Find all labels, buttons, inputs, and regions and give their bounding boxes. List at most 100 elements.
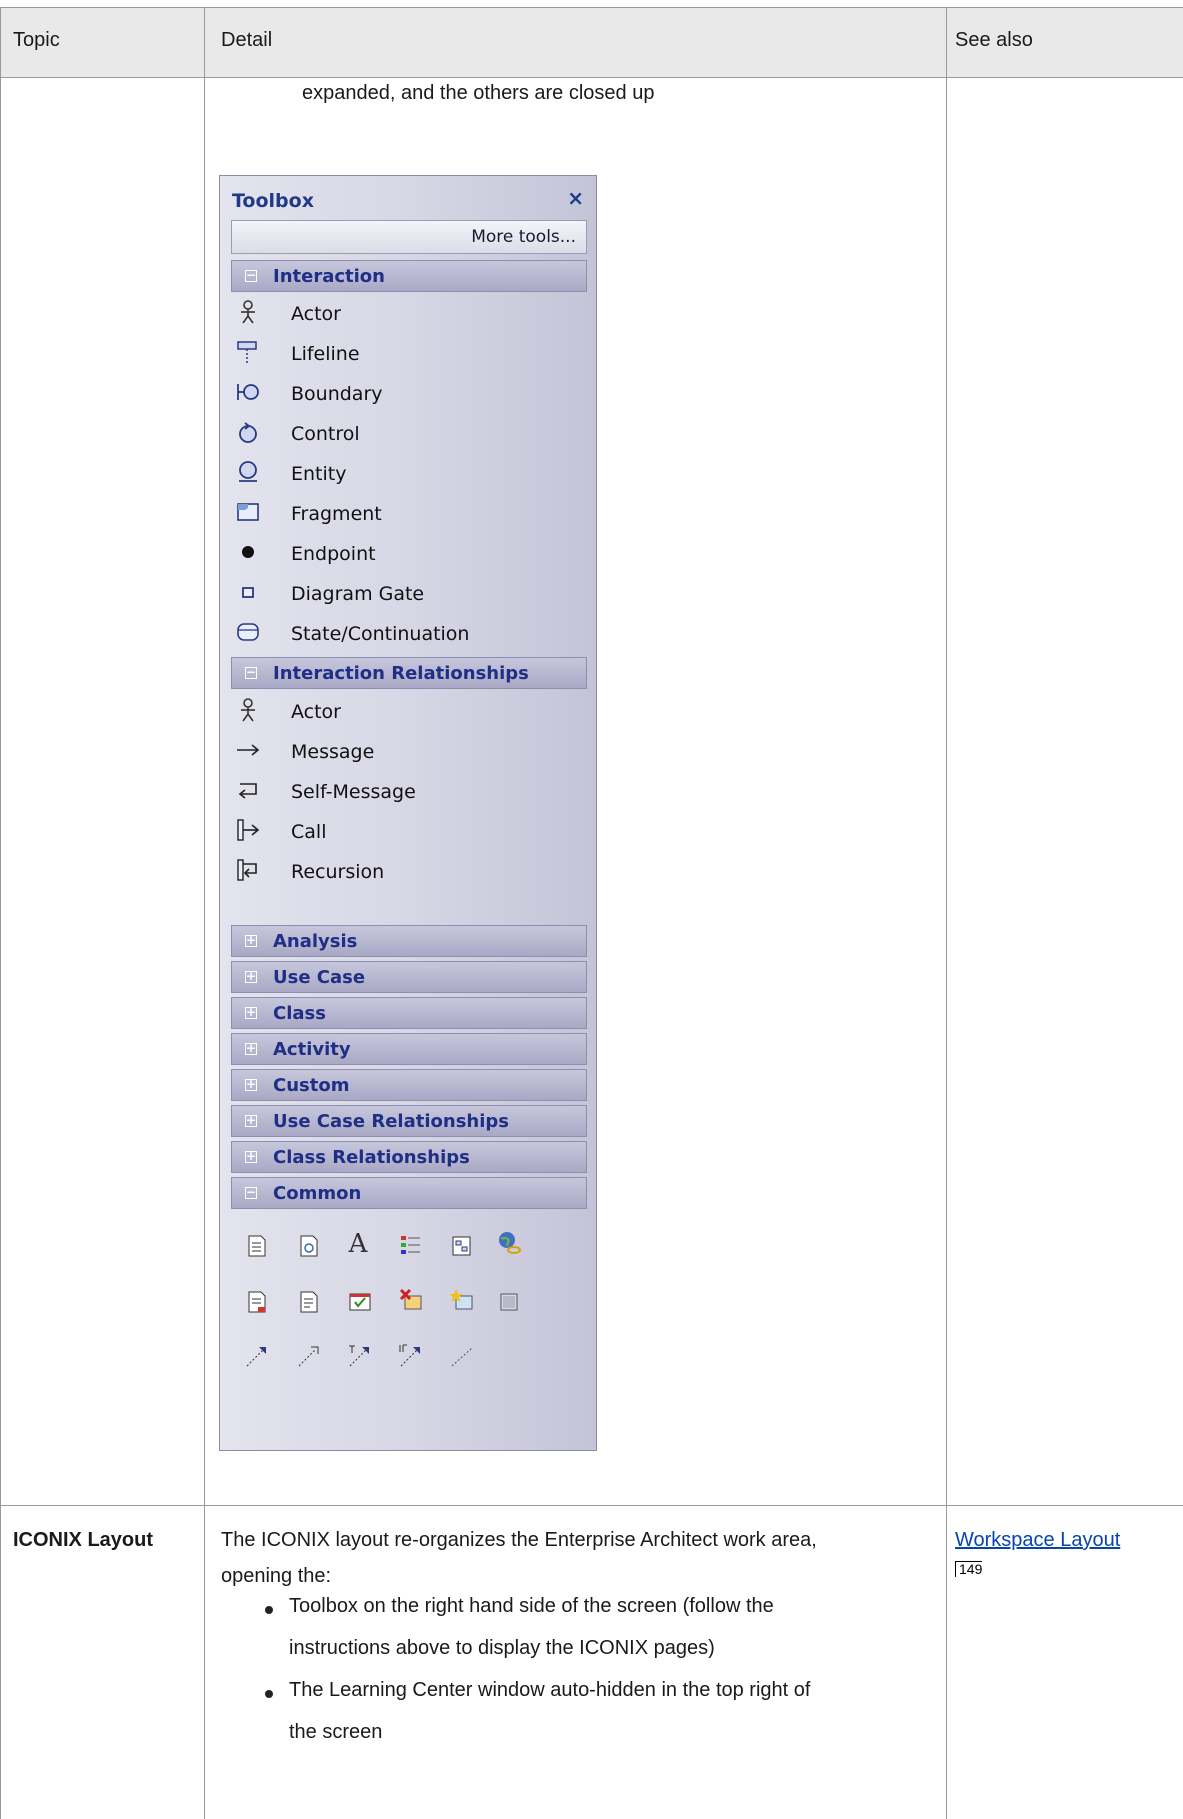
bullet-2-line1: The Learning Center window auto-hidden i… [289, 1679, 811, 1701]
row2-topic: ICONIX Layout [13, 1529, 154, 1551]
tool-boundary[interactable]: Boundary [231, 375, 587, 413]
more-tools-button[interactable]: More tools... [231, 220, 587, 254]
endpoint-icon [242, 546, 254, 558]
tool-label: Self-Message [291, 781, 416, 803]
group-activity[interactable]: + Activity [231, 1033, 587, 1065]
column-divider-2 [946, 7, 947, 1819]
tool-label: Endpoint [291, 543, 376, 565]
document-page: Topic Detail See also expanded, and the … [0, 0, 1183, 1819]
arrow-right-icon [237, 744, 260, 756]
bullet-icon [265, 1690, 273, 1698]
hyperlink-globe-icon[interactable] [496, 1230, 522, 1256]
row2-detail-line1: The ICONIX layout re-organizes the Enter… [221, 1529, 817, 1551]
dependency-icon[interactable] [244, 1343, 270, 1369]
expand-icon[interactable]: + [245, 1078, 257, 1091]
tool-endpoint[interactable]: Endpoint [231, 535, 587, 573]
tool-call[interactable]: Call [231, 813, 587, 851]
header-detail: Detail [221, 29, 273, 51]
group-analysis[interactable]: + Analysis [231, 925, 587, 957]
header-topic: Topic [13, 29, 60, 51]
expand-icon[interactable]: + [245, 1042, 257, 1055]
row1-detail-text: expanded, and the others are closed up [302, 82, 655, 104]
group-label: Class [273, 1003, 326, 1024]
tool-label: Fragment [291, 503, 382, 525]
trace-icon[interactable] [347, 1343, 373, 1369]
group-label: Use Case Relationships [273, 1111, 509, 1132]
group-label: Class Relationships [273, 1147, 470, 1168]
header-see-also: See also [955, 29, 1033, 51]
tool-fragment[interactable]: Fragment [231, 495, 587, 533]
group-label: Common [273, 1183, 362, 1204]
expand-icon[interactable]: + [245, 1150, 257, 1163]
expand-icon[interactable]: + [245, 1006, 257, 1019]
boundary-box-icon[interactable] [496, 1289, 522, 1315]
group-label: Interaction Relationships [273, 663, 529, 684]
toolbox-title: Toolbox [232, 190, 314, 212]
information-flow-icon[interactable] [398, 1343, 424, 1369]
tool-lifeline[interactable]: Lifeline [231, 335, 587, 373]
bullet-2-line2: the screen [289, 1721, 383, 1743]
group-common[interactable]: − Common [231, 1177, 587, 1209]
tool-recursion[interactable]: Recursion [231, 853, 587, 891]
expand-icon[interactable]: + [245, 970, 257, 983]
group-label: Interaction [273, 266, 385, 287]
tool-label: Message [291, 741, 375, 763]
tool-message[interactable]: Message [231, 733, 587, 771]
collapse-icon[interactable]: − [245, 1186, 257, 1199]
expand-icon[interactable]: + [245, 1114, 257, 1127]
tool-actor-relationship[interactable]: Actor [231, 693, 587, 731]
tool-state-continuation[interactable]: State/Continuation [231, 615, 587, 653]
group-class-relationships[interactable]: + Class Relationships [231, 1141, 587, 1173]
group-use-case[interactable]: + Use Case [231, 961, 587, 993]
tool-label: Actor [291, 303, 341, 325]
change-icon[interactable] [449, 1287, 475, 1313]
close-icon[interactable]: × [567, 186, 584, 210]
diagram-frame-icon[interactable] [449, 1233, 475, 1259]
tool-control[interactable]: Control [231, 415, 587, 453]
actor-icon [241, 300, 255, 324]
boundary-icon [237, 384, 259, 400]
note-link-icon[interactable] [449, 1343, 475, 1369]
call-icon [237, 819, 260, 841]
group-interaction[interactable]: − Interaction [231, 260, 587, 292]
self-message-icon [238, 783, 257, 799]
fragment-icon [237, 503, 259, 521]
group-label: Use Case [273, 967, 366, 988]
tool-label: Boundary [291, 383, 383, 405]
group-use-case-relationships[interactable]: + Use Case Relationships [231, 1105, 587, 1137]
tool-label: Entity [291, 463, 347, 485]
recursion-icon [237, 859, 257, 881]
tool-label: Recursion [291, 861, 385, 883]
note-icon[interactable] [244, 1233, 270, 1259]
expand-icon[interactable]: + [245, 934, 257, 947]
issue-icon[interactable] [244, 1289, 270, 1315]
collapse-icon[interactable]: − [245, 269, 257, 282]
tool-self-message[interactable]: Self-Message [231, 773, 587, 811]
group-custom[interactable]: + Custom [231, 1069, 587, 1101]
tool-label: Call [291, 821, 327, 843]
group-label: Activity [273, 1039, 351, 1060]
text-icon[interactable]: A [345, 1231, 371, 1257]
document-link-icon[interactable] [296, 1233, 322, 1259]
tool-actor[interactable]: Actor [231, 295, 587, 333]
table-left-border [0, 7, 1, 1819]
group-interaction-relationships[interactable]: − Interaction Relationships [231, 657, 587, 689]
page-reference[interactable]: 149 [955, 1561, 983, 1577]
entity-icon [239, 461, 257, 482]
group-label: Custom [273, 1075, 350, 1096]
checklist-icon[interactable] [347, 1289, 373, 1315]
artifact-icon[interactable] [296, 1289, 322, 1315]
tool-label: Diagram Gate [291, 583, 425, 605]
realization-icon[interactable] [296, 1343, 322, 1369]
diagram-gate-icon [242, 587, 254, 598]
control-icon [239, 422, 257, 443]
collapse-icon[interactable]: − [245, 666, 257, 679]
row2-detail-line2: opening the: [221, 1565, 332, 1587]
defect-icon[interactable] [398, 1287, 424, 1313]
group-class[interactable]: + Class [231, 997, 587, 1029]
legend-icon[interactable] [398, 1233, 424, 1259]
tool-diagram-gate[interactable]: Diagram Gate [231, 575, 587, 613]
workspace-layout-link[interactable]: Workspace Layout [955, 1529, 1120, 1552]
tool-label: Control [291, 423, 360, 445]
tool-entity[interactable]: Entity [231, 455, 587, 493]
